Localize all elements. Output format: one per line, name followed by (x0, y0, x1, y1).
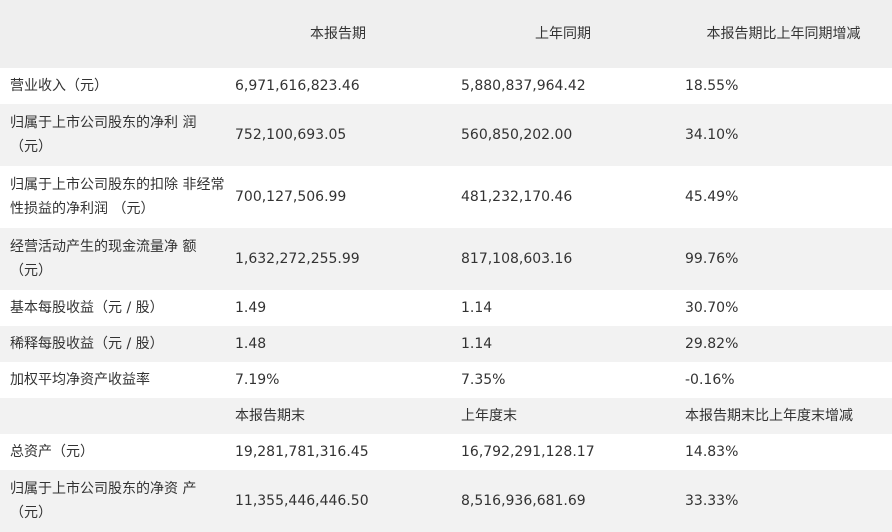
row-change: 45.49% (685, 189, 739, 205)
row-current: 752,100,693.05 (225, 104, 451, 166)
row-label (0, 398, 225, 434)
row-label: 加权平均净资产收益率 (10, 372, 150, 388)
row-current: 1.49 (235, 300, 267, 316)
row-label: 归属于上市公司股东的净资 产（元） (0, 470, 225, 532)
header-cell-item (0, 0, 225, 68)
row-label: 总资产（元） (10, 444, 94, 460)
table-row: 营业收入（元） 6,971,616,823.46 5,880,837,964.4… (0, 68, 892, 104)
table-subheader-row: 本报告期末 上年度末 本报告期末比上年度末增减 (0, 398, 892, 434)
row-label: 基本每股收益（元 / 股） (10, 300, 164, 316)
row-current: 19,281,781,316.45 (235, 444, 369, 460)
table-row: 基本每股收益（元 / 股） 1.49 1.14 30.70% (0, 290, 892, 326)
row-current: 1.48 (225, 326, 451, 362)
table-row: 归属于上市公司股东的净利 润（元） 752,100,693.05 560,850… (0, 104, 892, 166)
subheader-prior-year-end: 上年度末 (451, 398, 675, 434)
financial-summary-table: 本报告期 上年同期 本报告期比上年同期增减 营业收入（元） 6,971,616,… (0, 0, 892, 532)
table-row: 加权平均净资产收益率 7.19% 7.35% -0.16% (0, 362, 892, 398)
row-change: 30.70% (685, 300, 739, 316)
row-label: 营业收入（元） (10, 78, 108, 94)
row-prior: 7.35% (461, 372, 506, 388)
table-row: 归属于上市公司股东的扣除 非经常性损益的净利润 （元） 700,127,506.… (0, 166, 892, 228)
row-change: 34.10% (675, 104, 892, 166)
row-change: -0.16% (685, 372, 735, 388)
table-row: 稀释每股收益（元 / 股） 1.48 1.14 29.82% (0, 326, 892, 362)
header-cell-prior-period: 上年同期 (451, 0, 675, 68)
row-prior: 5,880,837,964.42 (461, 78, 586, 94)
row-label: 归属于上市公司股东的扣除 非经常性损益的净利润 （元） (10, 177, 225, 217)
row-label: 归属于上市公司股东的净利 润（元） (0, 104, 225, 166)
header-cell-change: 本报告期比上年同期增减 (675, 0, 892, 68)
table-row: 经营活动产生的现金流量净 额（元） 1,632,272,255.99 817,1… (0, 228, 892, 290)
row-change: 29.82% (675, 326, 892, 362)
row-prior: 16,792,291,128.17 (461, 444, 595, 460)
row-prior: 817,108,603.16 (451, 228, 675, 290)
row-change: 18.55% (685, 78, 739, 94)
row-prior: 1.14 (461, 300, 493, 316)
table-row: 归属于上市公司股东的净资 产（元） 11,355,446,446.50 8,51… (0, 470, 892, 532)
table-row: 总资产（元） 19,281,781,316.45 16,792,291,128.… (0, 434, 892, 470)
table-header-row: 本报告期 上年同期 本报告期比上年同期增减 (0, 0, 892, 68)
row-prior: 8,516,936,681.69 (451, 470, 675, 532)
subheader-change: 本报告期末比上年度末增减 (675, 398, 892, 434)
header-cell-current-period: 本报告期 (225, 0, 451, 68)
subheader-current-period-end: 本报告期末 (225, 398, 451, 434)
row-prior: 1.14 (451, 326, 675, 362)
row-current: 1,632,272,255.99 (225, 228, 451, 290)
row-change: 99.76% (675, 228, 892, 290)
row-current: 700,127,506.99 (235, 189, 347, 205)
row-current: 11,355,446,446.50 (225, 470, 451, 532)
row-change: 33.33% (675, 470, 892, 532)
row-prior: 481,232,170.46 (461, 189, 573, 205)
row-label: 稀释每股收益（元 / 股） (0, 326, 225, 362)
row-current: 6,971,616,823.46 (235, 78, 360, 94)
row-change: 14.83% (685, 444, 739, 460)
row-prior: 560,850,202.00 (451, 104, 675, 166)
row-current: 7.19% (235, 372, 280, 388)
row-label: 经营活动产生的现金流量净 额（元） (0, 228, 225, 290)
